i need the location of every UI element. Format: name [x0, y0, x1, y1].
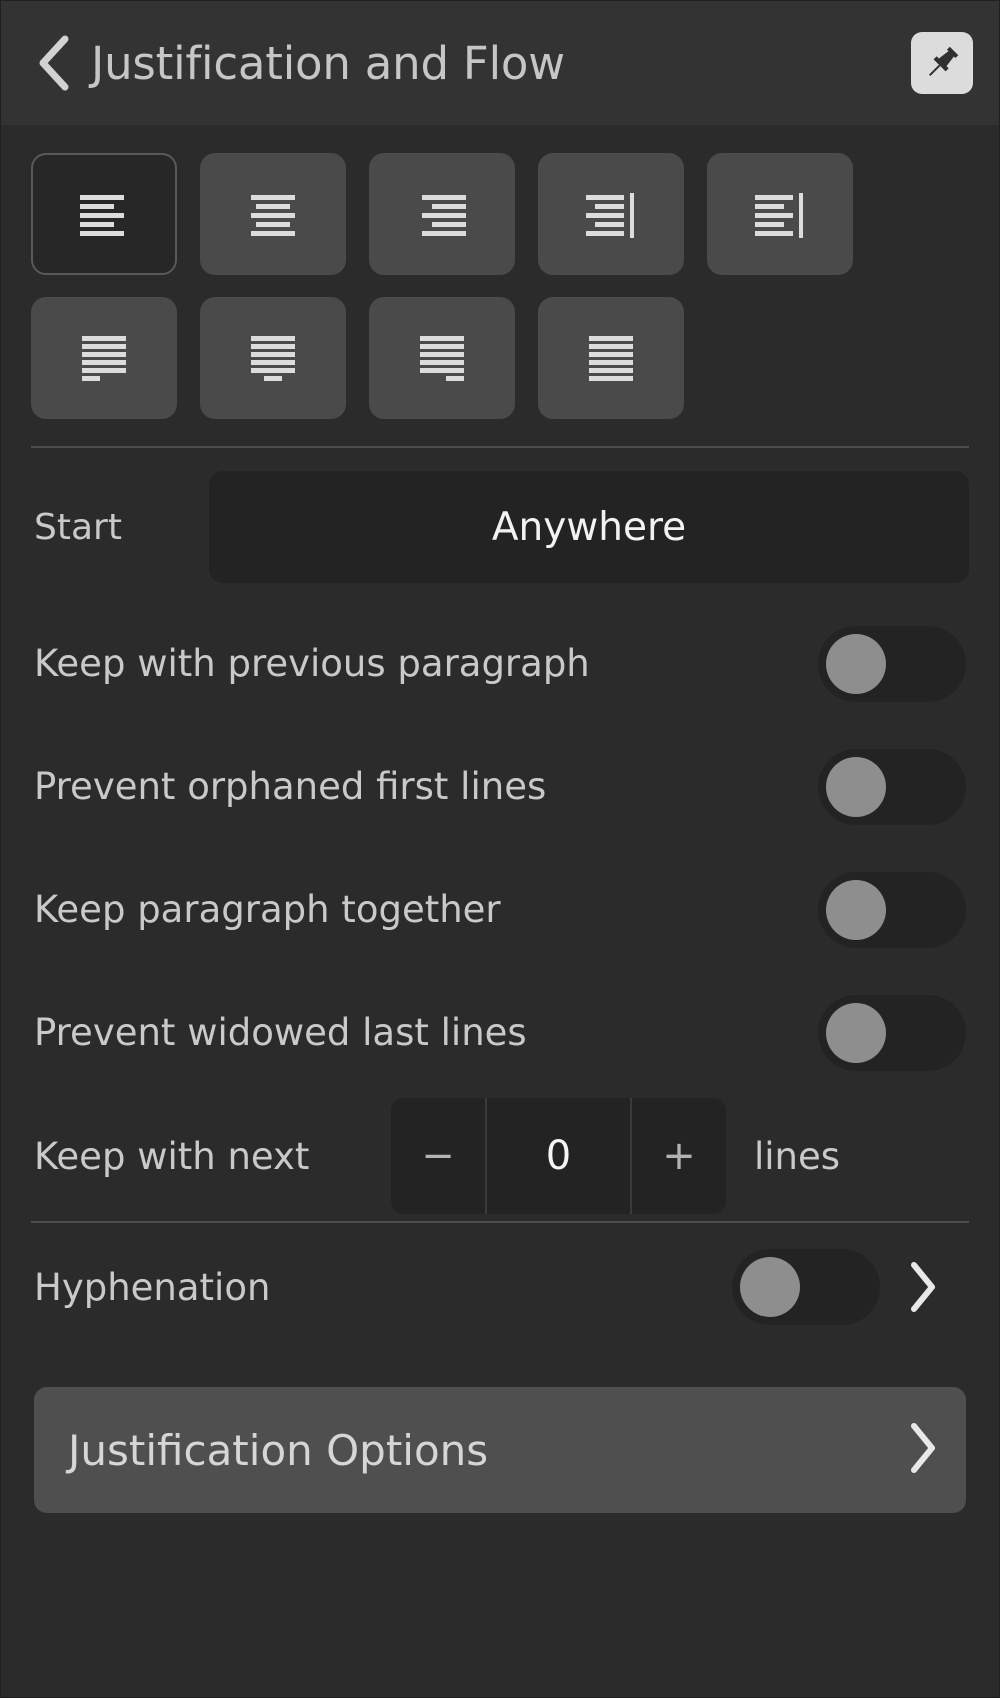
toggle-knob — [826, 879, 886, 940]
start-select[interactable]: Anywhere — [209, 471, 969, 583]
prevent-widowed-last-lines-toggle[interactable] — [818, 994, 966, 1071]
keep-with-next-increment-button[interactable]: + — [632, 1098, 726, 1214]
keep-paragraph-together-toggle[interactable] — [818, 871, 966, 948]
align-left-bar-icon — [749, 183, 811, 245]
back-button[interactable] — [31, 30, 77, 96]
align-away-from-spine-button[interactable] — [707, 153, 853, 275]
keep-paragraph-together-row: Keep paragraph together — [1, 848, 999, 971]
justify-last-left-button[interactable] — [31, 297, 177, 419]
keep-with-next-stepper: − 0 + — [391, 1098, 726, 1214]
toggle-knob — [826, 633, 886, 694]
prevent-widowed-last-lines-row: Prevent widowed last lines — [1, 971, 999, 1094]
justification-options-button[interactable]: Justification Options — [34, 1387, 966, 1513]
hyphenation-toggle[interactable] — [732, 1249, 880, 1325]
pushpin-icon — [921, 42, 963, 84]
start-select-value: Anywhere — [491, 504, 687, 550]
keep-with-previous-paragraph-toggle[interactable] — [818, 625, 966, 702]
divider-top — [31, 446, 969, 448]
keep-with-next-value[interactable]: 0 — [485, 1098, 632, 1214]
justification-options-wrap: Justification Options — [1, 1387, 999, 1513]
align-left-button[interactable] — [31, 153, 177, 275]
align-left-icon — [73, 183, 135, 245]
page-title: Justification and Flow — [91, 36, 565, 90]
prevent-orphaned-first-lines-label: Prevent orphaned first lines — [34, 765, 547, 808]
chevron-left-icon — [37, 34, 71, 92]
justify-last-center-button[interactable] — [200, 297, 346, 419]
keep-with-next-label: Keep with next — [34, 1134, 310, 1178]
keep-with-next-unit-label: lines — [754, 1134, 841, 1178]
align-toward-spine-button[interactable] — [538, 153, 684, 275]
chevron-right-icon — [908, 1261, 938, 1313]
keep-with-previous-paragraph-label: Keep with previous paragraph — [34, 642, 590, 685]
align-center-icon — [242, 183, 304, 245]
justification-options-label: Justification Options — [68, 1425, 489, 1475]
justify-last-right-icon — [411, 327, 473, 389]
justify-all-icon — [580, 327, 642, 389]
panel-header: Justification and Flow — [1, 1, 999, 125]
panel-body: Start Anywhere Keep with previous paragr… — [1, 153, 999, 1513]
toggle-knob — [740, 1257, 800, 1317]
hyphenation-disclosure-button[interactable] — [880, 1261, 966, 1313]
keep-with-next-decrement-button[interactable]: − — [391, 1098, 485, 1214]
align-right-icon — [411, 183, 473, 245]
toggle-knob — [826, 756, 886, 817]
justify-last-center-icon — [242, 327, 304, 389]
keep-with-previous-paragraph-row: Keep with previous paragraph — [1, 602, 999, 725]
align-right-button[interactable] — [369, 153, 515, 275]
start-label: Start — [34, 506, 122, 548]
prevent-orphaned-first-lines-toggle[interactable] — [818, 748, 966, 825]
hyphenation-label: Hyphenation — [34, 1265, 271, 1309]
align-center-button[interactable] — [200, 153, 346, 275]
keep-with-next-row: Keep with next − 0 + lines — [1, 1094, 999, 1218]
prevent-orphaned-first-lines-row: Prevent orphaned first lines — [1, 725, 999, 848]
keep-paragraph-together-label: Keep paragraph together — [34, 888, 501, 931]
justify-last-left-icon — [73, 327, 135, 389]
align-right-bar-icon — [580, 183, 642, 245]
chevron-right-icon — [908, 1422, 938, 1478]
pin-panel-button[interactable] — [911, 32, 973, 94]
prevent-widowed-last-lines-label: Prevent widowed last lines — [34, 1011, 527, 1054]
justify-all-button[interactable] — [538, 297, 684, 419]
start-row: Start Anywhere — [1, 452, 999, 602]
justify-last-right-button[interactable] — [369, 297, 515, 419]
alignment-buttons-row-2 — [1, 297, 999, 419]
hyphenation-row: Hyphenation — [1, 1223, 999, 1351]
toggle-knob — [826, 1002, 886, 1063]
justification-and-flow-panel: Justification and Flow Start Anywhere Ke… — [0, 0, 1000, 1698]
alignment-buttons-row-1 — [1, 153, 999, 275]
